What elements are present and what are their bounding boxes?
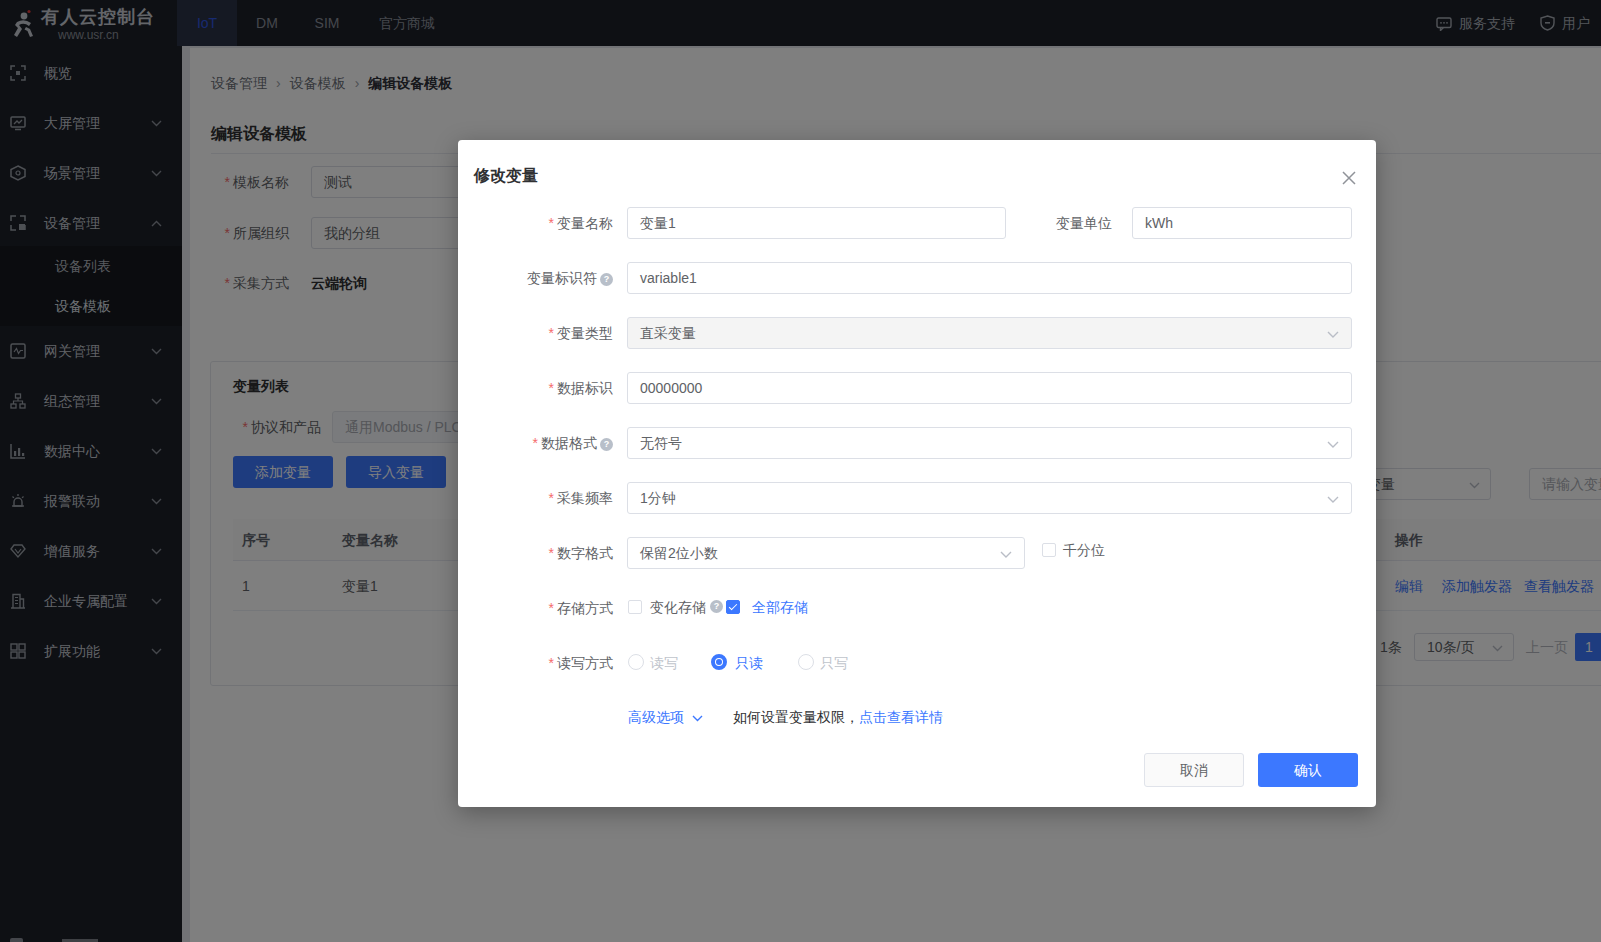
data-id-label: 数据标识 <box>557 380 613 396</box>
close-icon[interactable] <box>1338 167 1360 189</box>
thousands-label: 千分位 <box>1063 542 1105 558</box>
writeonly-radio[interactable] <box>798 654 814 670</box>
modal-title: 修改变量 <box>474 166 538 187</box>
confirm-button[interactable]: 确认 <box>1258 753 1358 787</box>
identifier-label: 变量标识符 <box>527 270 597 286</box>
num-format-select[interactable]: 保留2位小数 <box>627 537 1025 569</box>
format-select[interactable]: 无符号 <box>627 427 1352 459</box>
unit-input[interactable]: kWh <box>1132 207 1352 239</box>
unit-label: 变量单位 <box>1056 215 1112 231</box>
format-label: 数据格式 <box>541 435 597 451</box>
readonly-option-label: 只读 <box>735 655 763 671</box>
edit-variable-modal: 修改变量 *变量名称 变量1 变量单位 kWh 变量标识符? variable1… <box>458 140 1376 807</box>
data-id-input[interactable]: 00000000 <box>627 372 1352 404</box>
page: 有人云控制台 www.usr.cn IoT DM SIM 官方商城 服务支持 用… <box>0 0 1601 942</box>
change-storage-label: 变化存储 <box>650 599 706 615</box>
num-format-label: 数字格式 <box>557 545 613 561</box>
advanced-options-link[interactable]: 高级选项 <box>628 709 703 727</box>
rw-radio[interactable] <box>628 654 644 670</box>
check-icon <box>729 602 737 610</box>
all-storage-label: 全部存储 <box>752 599 808 615</box>
storage-label: 存储方式 <box>557 600 613 616</box>
chevron-down-icon <box>692 715 703 722</box>
readonly-radio[interactable] <box>711 654 727 670</box>
chevron-down-icon <box>1327 441 1339 449</box>
change-storage-checkbox[interactable] <box>628 600 642 614</box>
chevron-down-icon <box>1000 551 1012 559</box>
freq-select[interactable]: 1分钟 <box>627 482 1352 514</box>
type-label: 变量类型 <box>557 325 613 341</box>
all-storage-checkbox[interactable] <box>726 600 740 614</box>
identifier-input[interactable]: variable1 <box>627 262 1352 294</box>
rw-option-label: 读写 <box>650 655 678 671</box>
view-details-link[interactable]: 点击查看详情 <box>859 709 943 725</box>
chevron-down-icon <box>1327 496 1339 504</box>
help-icon[interactable]: ? <box>600 438 613 451</box>
radio-dot <box>716 659 722 665</box>
type-select[interactable]: 直采变量 <box>627 317 1352 349</box>
writeonly-option-label: 只写 <box>820 655 848 671</box>
permission-hint: 如何设置变量权限，点击查看详情 <box>733 709 943 727</box>
help-icon[interactable]: ? <box>600 273 613 286</box>
variable-name-input[interactable]: 变量1 <box>627 207 1006 239</box>
cancel-button[interactable]: 取消 <box>1144 753 1244 787</box>
thousands-checkbox[interactable] <box>1042 543 1056 557</box>
help-icon[interactable]: ? <box>710 600 723 613</box>
rw-label: 读写方式 <box>557 655 613 671</box>
freq-label: 采集频率 <box>557 490 613 506</box>
variable-name-label: 变量名称 <box>557 215 613 231</box>
chevron-down-icon <box>1327 331 1339 339</box>
